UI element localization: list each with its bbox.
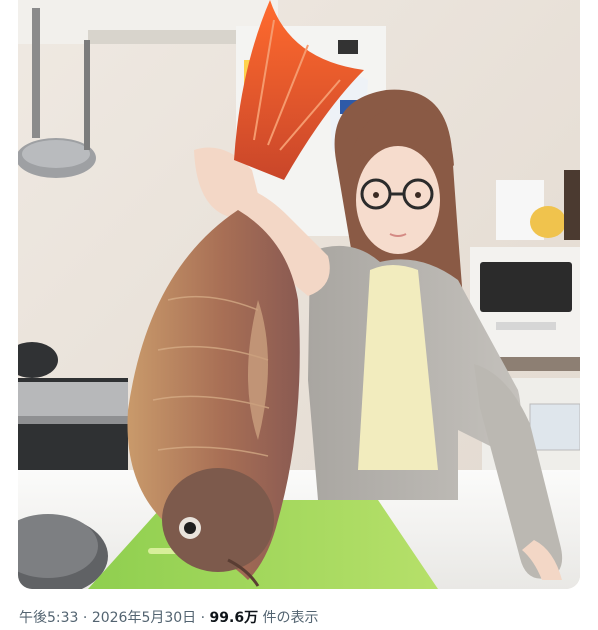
post-metadata: 午後5:33 · 2026年5月30日 · 99.6万 件の表示: [19, 606, 319, 630]
metadata-separator: ·: [200, 610, 206, 626]
views-count: 99.6万: [209, 610, 259, 626]
ladle-handle: [32, 8, 40, 138]
face: [356, 146, 440, 254]
metadata-separator: ·: [82, 610, 88, 626]
views-label: 件の表示: [262, 610, 319, 626]
photo-illustration: [18, 0, 580, 589]
post-photo[interactable]: [18, 0, 580, 589]
post-date-link[interactable]: 2026年5月30日: [92, 610, 196, 626]
post-time-link[interactable]: 午後5:33: [19, 610, 78, 626]
post-media-container: 午後5:33 · 2026年5月30日 · 99.6万 件の表示: [0, 0, 598, 630]
